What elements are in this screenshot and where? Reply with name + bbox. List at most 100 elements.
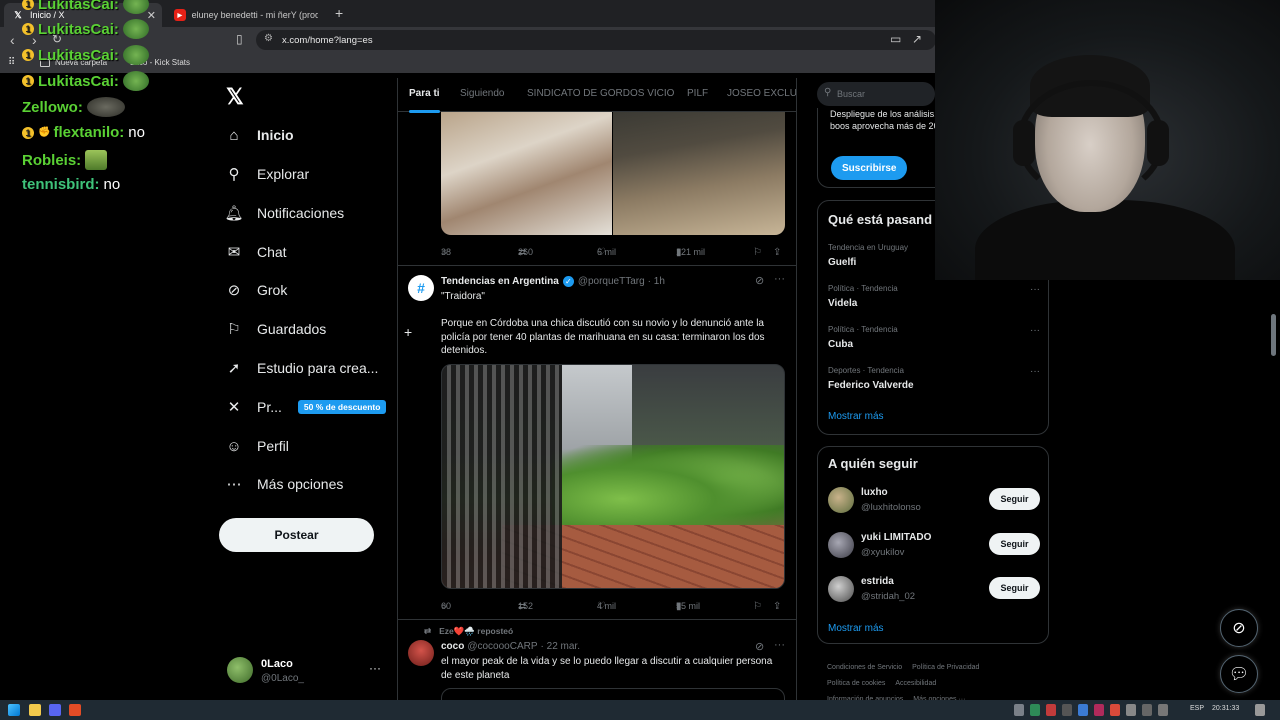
post-photo[interactable]: [441, 364, 785, 589]
post-media-gallery[interactable]: [441, 112, 785, 235]
sub-badge-icon: 1: [22, 126, 34, 139]
chat-user: LukitasCai:: [38, 72, 119, 90]
cast-icon[interactable]: ▭: [890, 32, 901, 46]
footer-link[interactable]: Política de Privacidad: [912, 664, 979, 671]
tray-icon[interactable]: [1126, 704, 1136, 716]
nav-profile[interactable]: ☺ Perfil: [222, 432, 289, 460]
tray-icon[interactable]: [1046, 704, 1056, 716]
search-input[interactable]: ⚲ Buscar: [817, 82, 935, 106]
discord-icon[interactable]: [49, 704, 61, 716]
browser-icon[interactable]: [69, 704, 81, 716]
post-button[interactable]: Postear: [219, 518, 374, 552]
x-logo-icon[interactable]: 𝕏: [226, 84, 244, 110]
tab-following[interactable]: Siguiendo: [460, 88, 504, 99]
more-icon[interactable]: ···: [1030, 366, 1040, 377]
start-icon[interactable]: [8, 704, 20, 716]
footer-link[interactable]: Condiciones de Servicio: [827, 664, 902, 671]
post-time[interactable]: · 1h: [648, 276, 665, 287]
tray-icon[interactable]: [1062, 704, 1072, 716]
nav-home[interactable]: ⌂ Inicio: [222, 121, 293, 149]
scrollbar[interactable]: [1271, 314, 1276, 356]
rocket-icon: ➚: [227, 360, 241, 377]
nav-bookmarks[interactable]: ⚐ Guardados: [222, 315, 326, 343]
author-handle[interactable]: @porqueTTarg: [578, 276, 645, 287]
nav-premium[interactable]: ✕ Pr... 50 % de descuento: [222, 393, 387, 421]
sub-badge-icon: 1: [22, 0, 34, 10]
show-more-link[interactable]: Mostrar más: [828, 623, 884, 634]
sub-badge-icon: 1: [22, 23, 34, 35]
tab-list-sindicato[interactable]: SINDICATO DE GORDOS VICIO: [527, 88, 674, 99]
grok-icon[interactable]: ⊘: [755, 274, 764, 287]
show-more-link[interactable]: Mostrar más: [828, 411, 884, 422]
url-field[interactable]: ⚙ x.com/home?lang=es: [256, 30, 936, 50]
tray-icon[interactable]: [1078, 704, 1088, 716]
new-tab-icon[interactable]: +: [335, 5, 343, 21]
tab-for-you[interactable]: Para ti: [409, 88, 440, 113]
follow-button[interactable]: Seguir: [989, 488, 1040, 510]
post-text: el mayor peak de la vida y se lo puedo l…: [441, 656, 773, 681]
more-icon[interactable]: ···: [774, 639, 785, 651]
reply-count: 38: [441, 247, 452, 257]
tab-list-pilf[interactable]: PILF: [687, 88, 708, 99]
follow-suggestion[interactable]: estrida @stridah_02 Seguir: [828, 576, 1040, 606]
messages-float-icon[interactable]: 💬︎: [1220, 655, 1258, 693]
nav-grok[interactable]: ⊘ Grok: [222, 276, 288, 304]
post-header: coco @cocoooCARP · 22 mar.: [441, 641, 580, 652]
post-photo[interactable]: [441, 112, 612, 235]
follow-suggestion[interactable]: yuki LIMITADO @xyukilov Seguir: [828, 532, 1040, 562]
trend-name: Videla: [828, 298, 858, 309]
follow-suggestion[interactable]: luxho @luxhitolonso Seguir: [828, 487, 1040, 517]
notification-icon[interactable]: [1255, 704, 1265, 716]
nav-explore[interactable]: ⚲ Explorar: [222, 160, 310, 188]
clock[interactable]: 20:31:33: [1212, 705, 1239, 712]
follow-handle: @luxhitolonso: [861, 502, 921, 513]
site-info-icon[interactable]: ⚙: [264, 33, 273, 44]
tab-list-joseo[interactable]: JOSEO EXCLUSI: [727, 88, 796, 99]
file-explorer-icon[interactable]: [29, 704, 41, 716]
chat-user: LukitasCai:: [38, 0, 119, 13]
subscribe-button[interactable]: Suscribirse: [831, 156, 908, 180]
nav-more[interactable]: ⋯ Más opciones: [222, 470, 344, 498]
author-handle[interactable]: @cocoooCARP: [467, 641, 537, 652]
trend-item[interactable]: Política · Tendencia Cuba ···: [828, 325, 1040, 350]
more-icon[interactable]: ···: [1030, 284, 1040, 295]
more-icon[interactable]: ···: [774, 273, 785, 285]
nav-label: Guardados: [257, 321, 327, 337]
nav-creator-studio[interactable]: ➚ Estudio para crea...: [222, 354, 379, 382]
grok-icon[interactable]: ⊘: [755, 640, 764, 653]
account-switcher[interactable]: 0Laco @0Laco_ ···: [227, 655, 387, 689]
trend-item[interactable]: Deportes · Tendencia Federico Valverde ·…: [828, 366, 1040, 391]
hashtag-avatar-icon[interactable]: #: [408, 275, 434, 301]
tray-icon[interactable]: [1110, 704, 1120, 716]
tray-icon[interactable]: [1014, 704, 1024, 716]
volume-icon[interactable]: [1158, 704, 1168, 716]
avatar[interactable]: [408, 640, 434, 666]
more-icon[interactable]: ···: [1030, 325, 1040, 336]
footer-link[interactable]: Política de cookies: [827, 680, 885, 687]
follow-button[interactable]: Seguir: [989, 577, 1040, 599]
bookmark-page-icon[interactable]: ▯: [236, 32, 243, 46]
tab-youtube[interactable]: ▶ eluney benedetti - mi ñerY (prod.am: [166, 3, 326, 27]
follow-button[interactable]: Seguir: [989, 533, 1040, 555]
network-icon[interactable]: [1142, 704, 1152, 716]
avatar: [828, 576, 854, 602]
mail-icon: ✉: [227, 244, 241, 261]
author-name[interactable]: Tendencias en Argentina: [441, 276, 559, 287]
apps-icon[interactable]: ⠿: [8, 57, 15, 68]
trend-item[interactable]: Política · Tendencia Videla ···: [828, 284, 1040, 309]
nav-label: Perfil: [257, 438, 289, 454]
footer-link[interactable]: Accesibilidad: [895, 680, 936, 687]
nav-notifications[interactable]: 🔔︎ Notificaciones: [222, 199, 344, 227]
sub-badge-icon: 1: [22, 75, 34, 87]
share-icon[interactable]: ↗: [912, 32, 922, 46]
post-photo[interactable]: [613, 112, 785, 235]
nav-chat[interactable]: ✉ Chat: [222, 238, 287, 266]
back-icon[interactable]: ‹: [10, 32, 15, 48]
tray-icon[interactable]: [1094, 704, 1104, 716]
author-name[interactable]: coco: [441, 641, 464, 652]
language-indicator[interactable]: ESP: [1190, 705, 1204, 712]
post-time[interactable]: · 22 mar.: [541, 641, 580, 652]
tray-icon[interactable]: [1030, 704, 1040, 716]
grok-float-icon[interactable]: ⊘: [1220, 609, 1258, 647]
reposted-by[interactable]: Eze❤️🌧️ reposteó: [439, 626, 513, 637]
